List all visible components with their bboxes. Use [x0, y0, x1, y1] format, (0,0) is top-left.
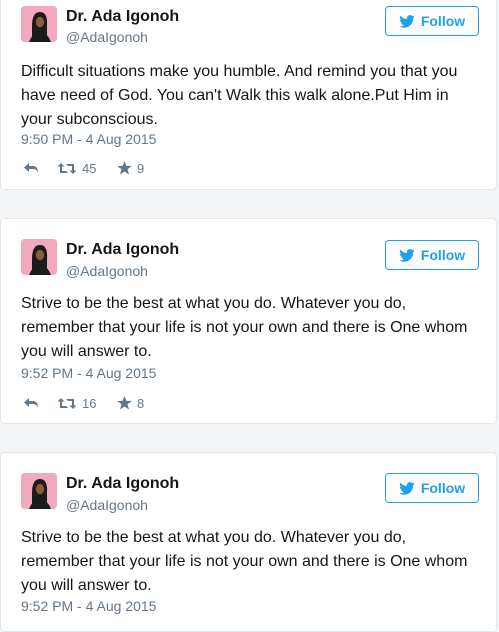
- tweet-text: Difficult situations make you humble. An…: [21, 63, 458, 128]
- retweet-button[interactable]: 16: [57, 396, 117, 411]
- display-name[interactable]: Dr. Ada Igonoh: [66, 8, 179, 26]
- like-count: 8: [137, 395, 145, 411]
- twitter-bird-icon: [399, 14, 415, 28]
- retweet-button[interactable]: 45: [57, 161, 117, 176]
- tweet-text: Strive to be the best at what you do. Wh…: [21, 529, 468, 594]
- tweet-card: Dr. Ada Igonoh @AdaIgonoh Follow Strive …: [0, 452, 497, 632]
- display-name[interactable]: Dr. Ada Igonoh: [66, 475, 179, 493]
- like-count: 9: [137, 160, 145, 176]
- follow-label: Follow: [420, 13, 466, 29]
- tweet-timestamp[interactable]: 9:52 PM - 4 Aug 2015: [21, 598, 156, 614]
- user-handle[interactable]: @AdaIgonoh: [66, 263, 148, 279]
- twitter-bird-icon: [399, 481, 415, 495]
- follow-button[interactable]: Follow: [385, 240, 479, 270]
- tweet-card: Dr. Ada Igonoh @AdaIgonoh Follow Strive …: [0, 218, 497, 424]
- user-handle[interactable]: @AdaIgonoh: [66, 497, 148, 513]
- retweet-count: 45: [82, 160, 97, 176]
- follow-button[interactable]: Follow: [385, 473, 479, 503]
- reply-button[interactable]: [23, 397, 57, 409]
- tweet-timestamp[interactable]: 9:50 PM - 4 Aug 2015: [21, 131, 156, 147]
- retweet-icon: [57, 397, 77, 409]
- tweet-text: Strive to be the best at what you do. Wh…: [21, 295, 468, 360]
- follow-label: Follow: [420, 247, 466, 263]
- tweet-actions: 45 9: [23, 158, 144, 178]
- user-handle[interactable]: @AdaIgonoh: [66, 29, 148, 45]
- avatar[interactable]: [21, 473, 57, 509]
- twitter-bird-icon: [399, 248, 415, 262]
- tweet-timestamp[interactable]: 9:52 PM - 4 Aug 2015: [21, 365, 156, 381]
- reply-button[interactable]: [23, 162, 57, 174]
- star-icon: [117, 161, 132, 175]
- reply-icon: [24, 163, 38, 173]
- retweet-icon: [57, 162, 77, 174]
- like-button[interactable]: 9: [117, 161, 144, 176]
- tweet-actions: 16 8: [23, 393, 144, 413]
- follow-button[interactable]: Follow: [385, 6, 479, 36]
- follow-label: Follow: [420, 480, 466, 496]
- star-icon: [117, 396, 132, 410]
- avatar[interactable]: [21, 239, 57, 275]
- avatar[interactable]: [21, 6, 57, 42]
- display-name[interactable]: Dr. Ada Igonoh: [66, 241, 179, 259]
- tweet-card: Dr. Ada Igonoh @AdaIgonoh Follow Difficu…: [0, 0, 497, 190]
- like-button[interactable]: 8: [117, 396, 144, 411]
- reply-icon: [24, 398, 38, 408]
- retweet-count: 16: [82, 395, 97, 411]
